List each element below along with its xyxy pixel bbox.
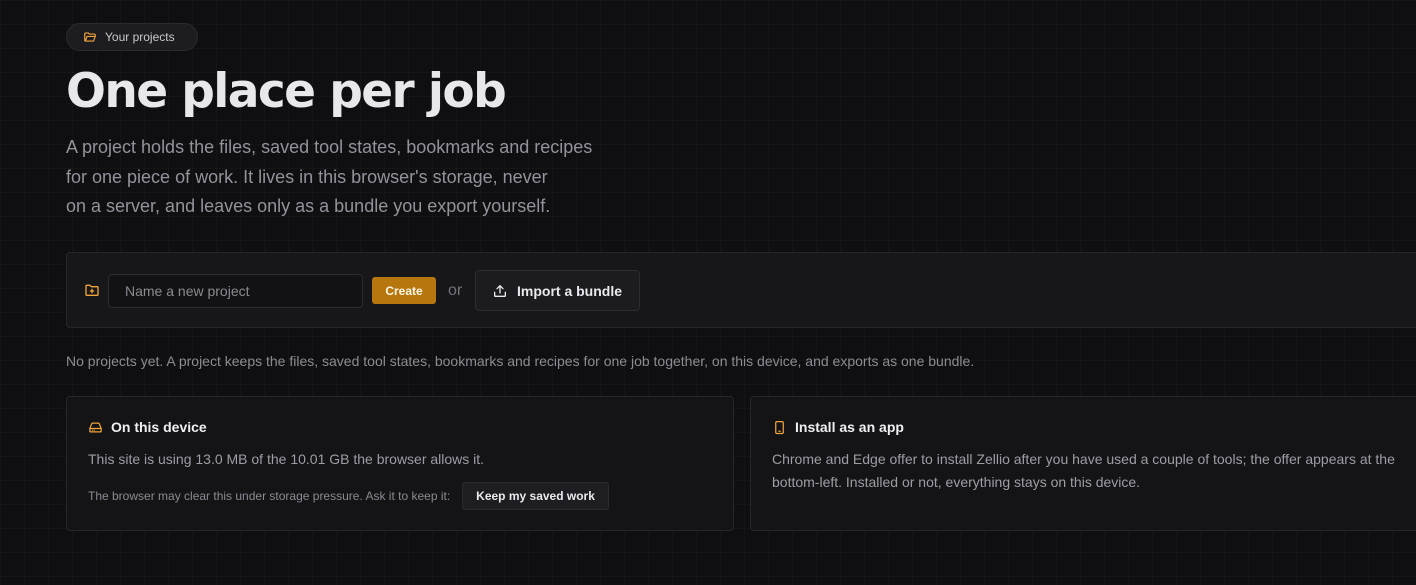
lede-line-1: A project holds the files, saved tool st… (66, 137, 593, 157)
device-storage-card: On this device This site is using 13.0 M… (66, 396, 734, 531)
storage-usage-text: This site is using 13.0 MB of the 10.01 … (88, 451, 485, 467)
your-projects-badge: Your projects (66, 23, 198, 51)
smartphone-icon (775, 420, 784, 434)
import-bundle-button[interactable]: Import a bundle (475, 270, 640, 311)
projects-page: Your projects One place per job A projec… (0, 0, 1416, 585)
device-card-title: On this device (111, 419, 207, 435)
badge-label: Your projects (105, 30, 175, 44)
install-card-text: Chrome and Edge offer to install Zellio … (772, 451, 1395, 490)
install-app-card: Install as an app Chrome and Edge offer … (750, 396, 1416, 531)
or-separator: or (448, 282, 463, 299)
import-bundle-label: Import a bundle (517, 282, 622, 299)
page-lede: A project holds the files, saved tool st… (66, 133, 666, 222)
lede-line-2: for one piece of work. It lives in this … (66, 166, 548, 187)
install-card-header: Install as an app (772, 419, 904, 435)
device-card-header: On this device (88, 419, 207, 435)
upload-icon (494, 284, 506, 297)
create-button[interactable]: Create (372, 277, 436, 304)
folder-plus-icon (85, 284, 99, 296)
page-title: One place per job (66, 64, 507, 119)
storage-pressure-hint: The browser may clear this under storage… (88, 489, 451, 503)
install-card-title: Install as an app (795, 419, 904, 435)
lede-line-3: on a server, and leaves only as a bundle… (66, 196, 551, 216)
keep-saved-work-button[interactable]: Keep my saved work (462, 482, 609, 510)
empty-projects-note: No projects yet. A project keeps the fil… (66, 353, 975, 369)
folder-open-icon (84, 32, 96, 42)
hard-drive-icon (89, 422, 102, 432)
persist-storage-row: The browser may clear this under storage… (88, 482, 609, 510)
new-project-bar: Create or Import a bundle (66, 252, 1416, 328)
project-name-input[interactable] (108, 274, 363, 308)
